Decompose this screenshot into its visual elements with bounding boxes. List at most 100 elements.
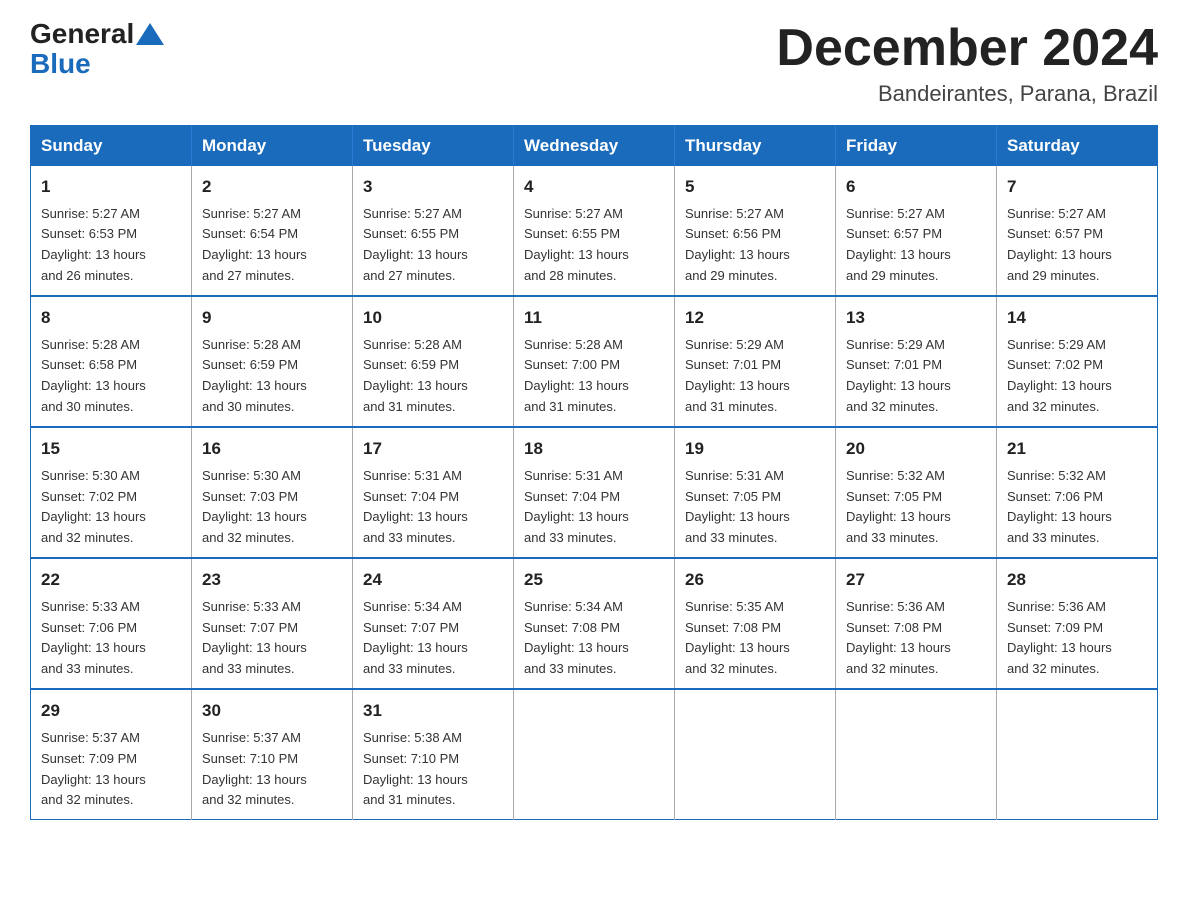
day-cell: 16 Sunrise: 5:30 AMSunset: 7:03 PMDaylig… (192, 427, 353, 558)
column-header-friday: Friday (836, 126, 997, 167)
day-info: Sunrise: 5:30 AMSunset: 7:03 PMDaylight:… (202, 468, 307, 546)
day-cell: 23 Sunrise: 5:33 AMSunset: 7:07 PMDaylig… (192, 558, 353, 689)
day-cell: 3 Sunrise: 5:27 AMSunset: 6:55 PMDayligh… (353, 166, 514, 296)
day-cell: 6 Sunrise: 5:27 AMSunset: 6:57 PMDayligh… (836, 166, 997, 296)
day-info: Sunrise: 5:27 AMSunset: 6:56 PMDaylight:… (685, 206, 790, 284)
day-info: Sunrise: 5:33 AMSunset: 7:07 PMDaylight:… (202, 599, 307, 677)
day-number: 3 (363, 174, 503, 200)
column-header-saturday: Saturday (997, 126, 1158, 167)
day-cell: 25 Sunrise: 5:34 AMSunset: 7:08 PMDaylig… (514, 558, 675, 689)
day-info: Sunrise: 5:30 AMSunset: 7:02 PMDaylight:… (41, 468, 146, 546)
day-info: Sunrise: 5:37 AMSunset: 7:10 PMDaylight:… (202, 730, 307, 808)
day-number: 2 (202, 174, 342, 200)
day-cell: 26 Sunrise: 5:35 AMSunset: 7:08 PMDaylig… (675, 558, 836, 689)
header: General Blue December 2024 Bandeirantes,… (30, 20, 1158, 107)
day-info: Sunrise: 5:27 AMSunset: 6:57 PMDaylight:… (846, 206, 951, 284)
day-info: Sunrise: 5:27 AMSunset: 6:53 PMDaylight:… (41, 206, 146, 284)
day-number: 8 (41, 305, 181, 331)
day-info: Sunrise: 5:35 AMSunset: 7:08 PMDaylight:… (685, 599, 790, 677)
day-cell: 14 Sunrise: 5:29 AMSunset: 7:02 PMDaylig… (997, 296, 1158, 427)
logo-general-text: General (30, 20, 134, 48)
week-row-2: 8 Sunrise: 5:28 AMSunset: 6:58 PMDayligh… (31, 296, 1158, 427)
day-cell (675, 689, 836, 820)
subtitle: Bandeirantes, Parana, Brazil (776, 81, 1158, 107)
day-number: 30 (202, 698, 342, 724)
day-number: 13 (846, 305, 986, 331)
calendar-header-row: SundayMondayTuesdayWednesdayThursdayFrid… (31, 126, 1158, 167)
day-number: 16 (202, 436, 342, 462)
week-row-1: 1 Sunrise: 5:27 AMSunset: 6:53 PMDayligh… (31, 166, 1158, 296)
column-header-thursday: Thursday (675, 126, 836, 167)
logo-blue-text: Blue (30, 48, 91, 79)
day-number: 14 (1007, 305, 1147, 331)
day-number: 28 (1007, 567, 1147, 593)
day-info: Sunrise: 5:32 AMSunset: 7:06 PMDaylight:… (1007, 468, 1112, 546)
day-info: Sunrise: 5:34 AMSunset: 7:07 PMDaylight:… (363, 599, 468, 677)
day-cell: 1 Sunrise: 5:27 AMSunset: 6:53 PMDayligh… (31, 166, 192, 296)
day-info: Sunrise: 5:27 AMSunset: 6:54 PMDaylight:… (202, 206, 307, 284)
day-number: 7 (1007, 174, 1147, 200)
day-info: Sunrise: 5:28 AMSunset: 6:58 PMDaylight:… (41, 337, 146, 415)
day-info: Sunrise: 5:31 AMSunset: 7:05 PMDaylight:… (685, 468, 790, 546)
day-number: 29 (41, 698, 181, 724)
day-number: 11 (524, 305, 664, 331)
day-cell: 17 Sunrise: 5:31 AMSunset: 7:04 PMDaylig… (353, 427, 514, 558)
day-cell: 7 Sunrise: 5:27 AMSunset: 6:57 PMDayligh… (997, 166, 1158, 296)
logo: General Blue (30, 20, 166, 80)
day-cell: 4 Sunrise: 5:27 AMSunset: 6:55 PMDayligh… (514, 166, 675, 296)
week-row-5: 29 Sunrise: 5:37 AMSunset: 7:09 PMDaylig… (31, 689, 1158, 820)
day-info: Sunrise: 5:27 AMSunset: 6:57 PMDaylight:… (1007, 206, 1112, 284)
day-number: 26 (685, 567, 825, 593)
day-cell: 15 Sunrise: 5:30 AMSunset: 7:02 PMDaylig… (31, 427, 192, 558)
day-number: 27 (846, 567, 986, 593)
day-info: Sunrise: 5:34 AMSunset: 7:08 PMDaylight:… (524, 599, 629, 677)
day-cell (514, 689, 675, 820)
column-header-monday: Monday (192, 126, 353, 167)
column-header-wednesday: Wednesday (514, 126, 675, 167)
day-cell: 22 Sunrise: 5:33 AMSunset: 7:06 PMDaylig… (31, 558, 192, 689)
week-row-3: 15 Sunrise: 5:30 AMSunset: 7:02 PMDaylig… (31, 427, 1158, 558)
calendar-table: SundayMondayTuesdayWednesdayThursdayFrid… (30, 125, 1158, 820)
day-cell: 2 Sunrise: 5:27 AMSunset: 6:54 PMDayligh… (192, 166, 353, 296)
day-cell: 21 Sunrise: 5:32 AMSunset: 7:06 PMDaylig… (997, 427, 1158, 558)
day-info: Sunrise: 5:37 AMSunset: 7:09 PMDaylight:… (41, 730, 146, 808)
day-number: 12 (685, 305, 825, 331)
day-number: 1 (41, 174, 181, 200)
day-number: 17 (363, 436, 503, 462)
day-cell: 10 Sunrise: 5:28 AMSunset: 6:59 PMDaylig… (353, 296, 514, 427)
day-number: 4 (524, 174, 664, 200)
day-cell: 28 Sunrise: 5:36 AMSunset: 7:09 PMDaylig… (997, 558, 1158, 689)
logo-triangle-icon (136, 23, 164, 45)
day-cell: 11 Sunrise: 5:28 AMSunset: 7:00 PMDaylig… (514, 296, 675, 427)
day-number: 24 (363, 567, 503, 593)
day-number: 15 (41, 436, 181, 462)
day-info: Sunrise: 5:33 AMSunset: 7:06 PMDaylight:… (41, 599, 146, 677)
day-number: 22 (41, 567, 181, 593)
day-number: 10 (363, 305, 503, 331)
day-info: Sunrise: 5:29 AMSunset: 7:01 PMDaylight:… (846, 337, 951, 415)
day-info: Sunrise: 5:28 AMSunset: 6:59 PMDaylight:… (202, 337, 307, 415)
day-number: 5 (685, 174, 825, 200)
day-cell: 18 Sunrise: 5:31 AMSunset: 7:04 PMDaylig… (514, 427, 675, 558)
day-info: Sunrise: 5:36 AMSunset: 7:09 PMDaylight:… (1007, 599, 1112, 677)
day-number: 20 (846, 436, 986, 462)
day-cell: 29 Sunrise: 5:37 AMSunset: 7:09 PMDaylig… (31, 689, 192, 820)
day-cell: 5 Sunrise: 5:27 AMSunset: 6:56 PMDayligh… (675, 166, 836, 296)
day-cell: 20 Sunrise: 5:32 AMSunset: 7:05 PMDaylig… (836, 427, 997, 558)
day-info: Sunrise: 5:28 AMSunset: 6:59 PMDaylight:… (363, 337, 468, 415)
column-header-tuesday: Tuesday (353, 126, 514, 167)
day-info: Sunrise: 5:27 AMSunset: 6:55 PMDaylight:… (524, 206, 629, 284)
day-info: Sunrise: 5:31 AMSunset: 7:04 PMDaylight:… (363, 468, 468, 546)
day-info: Sunrise: 5:29 AMSunset: 7:02 PMDaylight:… (1007, 337, 1112, 415)
day-info: Sunrise: 5:28 AMSunset: 7:00 PMDaylight:… (524, 337, 629, 415)
day-number: 25 (524, 567, 664, 593)
day-cell: 31 Sunrise: 5:38 AMSunset: 7:10 PMDaylig… (353, 689, 514, 820)
day-info: Sunrise: 5:38 AMSunset: 7:10 PMDaylight:… (363, 730, 468, 808)
week-row-4: 22 Sunrise: 5:33 AMSunset: 7:06 PMDaylig… (31, 558, 1158, 689)
main-title: December 2024 (776, 20, 1158, 77)
day-cell (836, 689, 997, 820)
day-number: 6 (846, 174, 986, 200)
title-area: December 2024 Bandeirantes, Parana, Braz… (776, 20, 1158, 107)
day-number: 19 (685, 436, 825, 462)
day-number: 21 (1007, 436, 1147, 462)
